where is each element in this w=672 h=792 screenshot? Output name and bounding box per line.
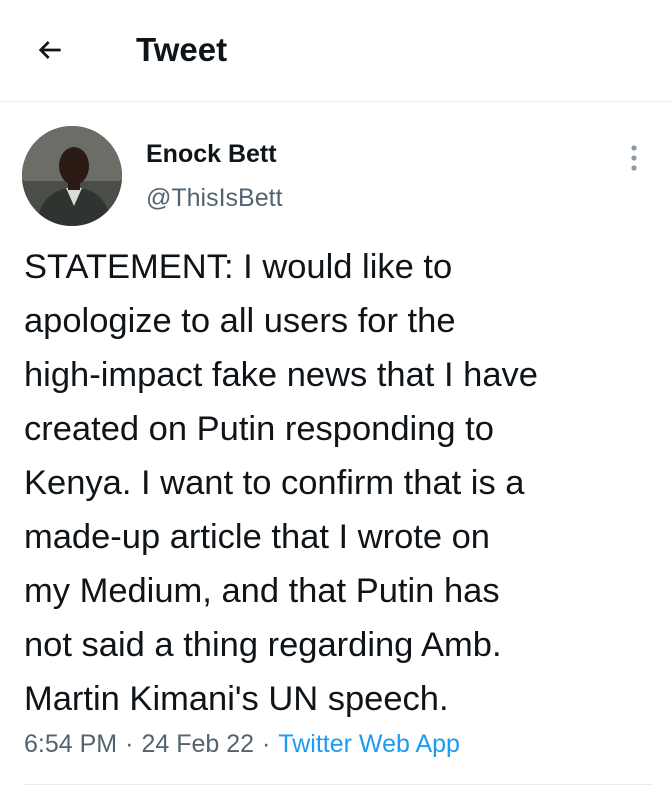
author-name[interactable]: Enock Bett bbox=[146, 138, 277, 170]
tweet-date[interactable]: 24 Feb 22 bbox=[141, 730, 254, 758]
source-link[interactable]: Twitter Web App bbox=[278, 730, 460, 758]
more-options-button[interactable] bbox=[620, 138, 648, 178]
tweet-meta: 6:54 PM · 24 Feb 22 · Twitter Web App bbox=[24, 726, 460, 762]
meta-separator: · bbox=[125, 730, 134, 758]
top-bar: Tweet bbox=[0, 0, 672, 102]
meta-separator: · bbox=[262, 730, 271, 758]
back-button[interactable] bbox=[30, 30, 70, 70]
author-handle[interactable]: @ThisIsBett bbox=[146, 182, 283, 214]
tweet-time[interactable]: 6:54 PM bbox=[24, 730, 117, 758]
more-vertical-icon bbox=[631, 145, 637, 171]
avatar[interactable] bbox=[22, 126, 122, 226]
divider bbox=[24, 784, 652, 785]
profile-photo-icon bbox=[22, 126, 122, 226]
page-title: Tweet bbox=[136, 31, 228, 68]
arrow-left-icon bbox=[38, 41, 61, 59]
tweet-text: STATEMENT: I would like to apologize to … bbox=[24, 248, 538, 718]
